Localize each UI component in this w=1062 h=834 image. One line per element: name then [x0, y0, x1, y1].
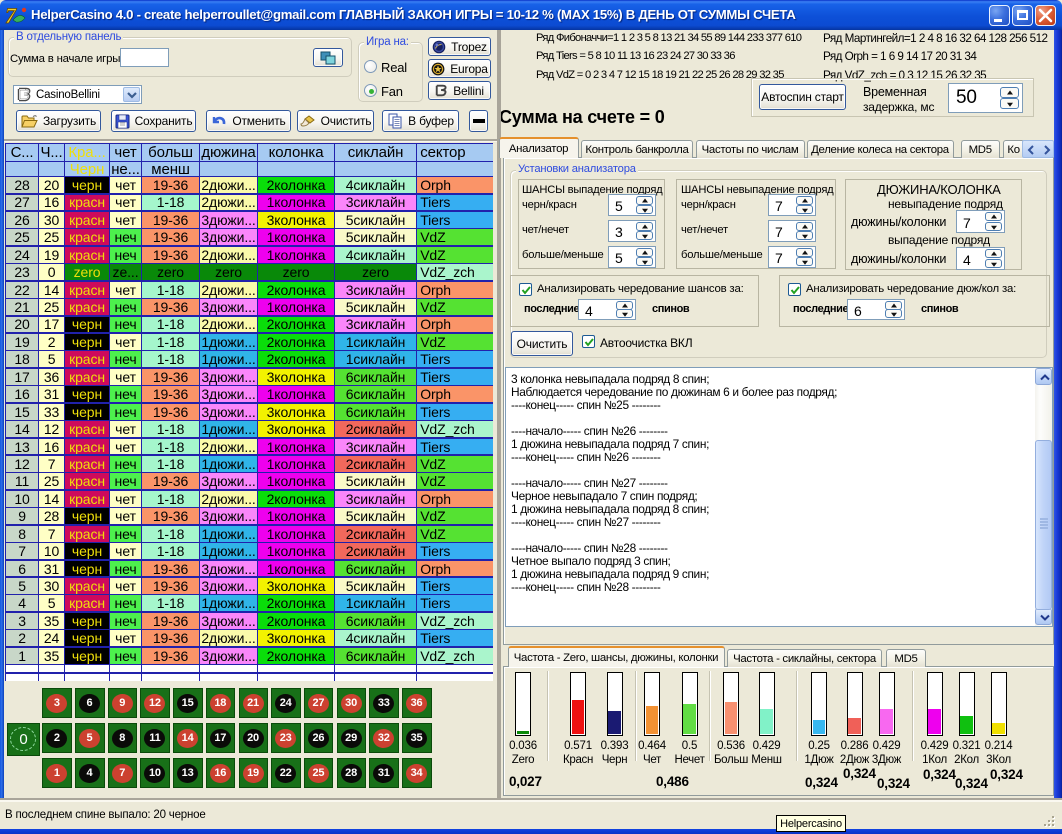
svg-text:7: 7: [5, 3, 17, 27]
